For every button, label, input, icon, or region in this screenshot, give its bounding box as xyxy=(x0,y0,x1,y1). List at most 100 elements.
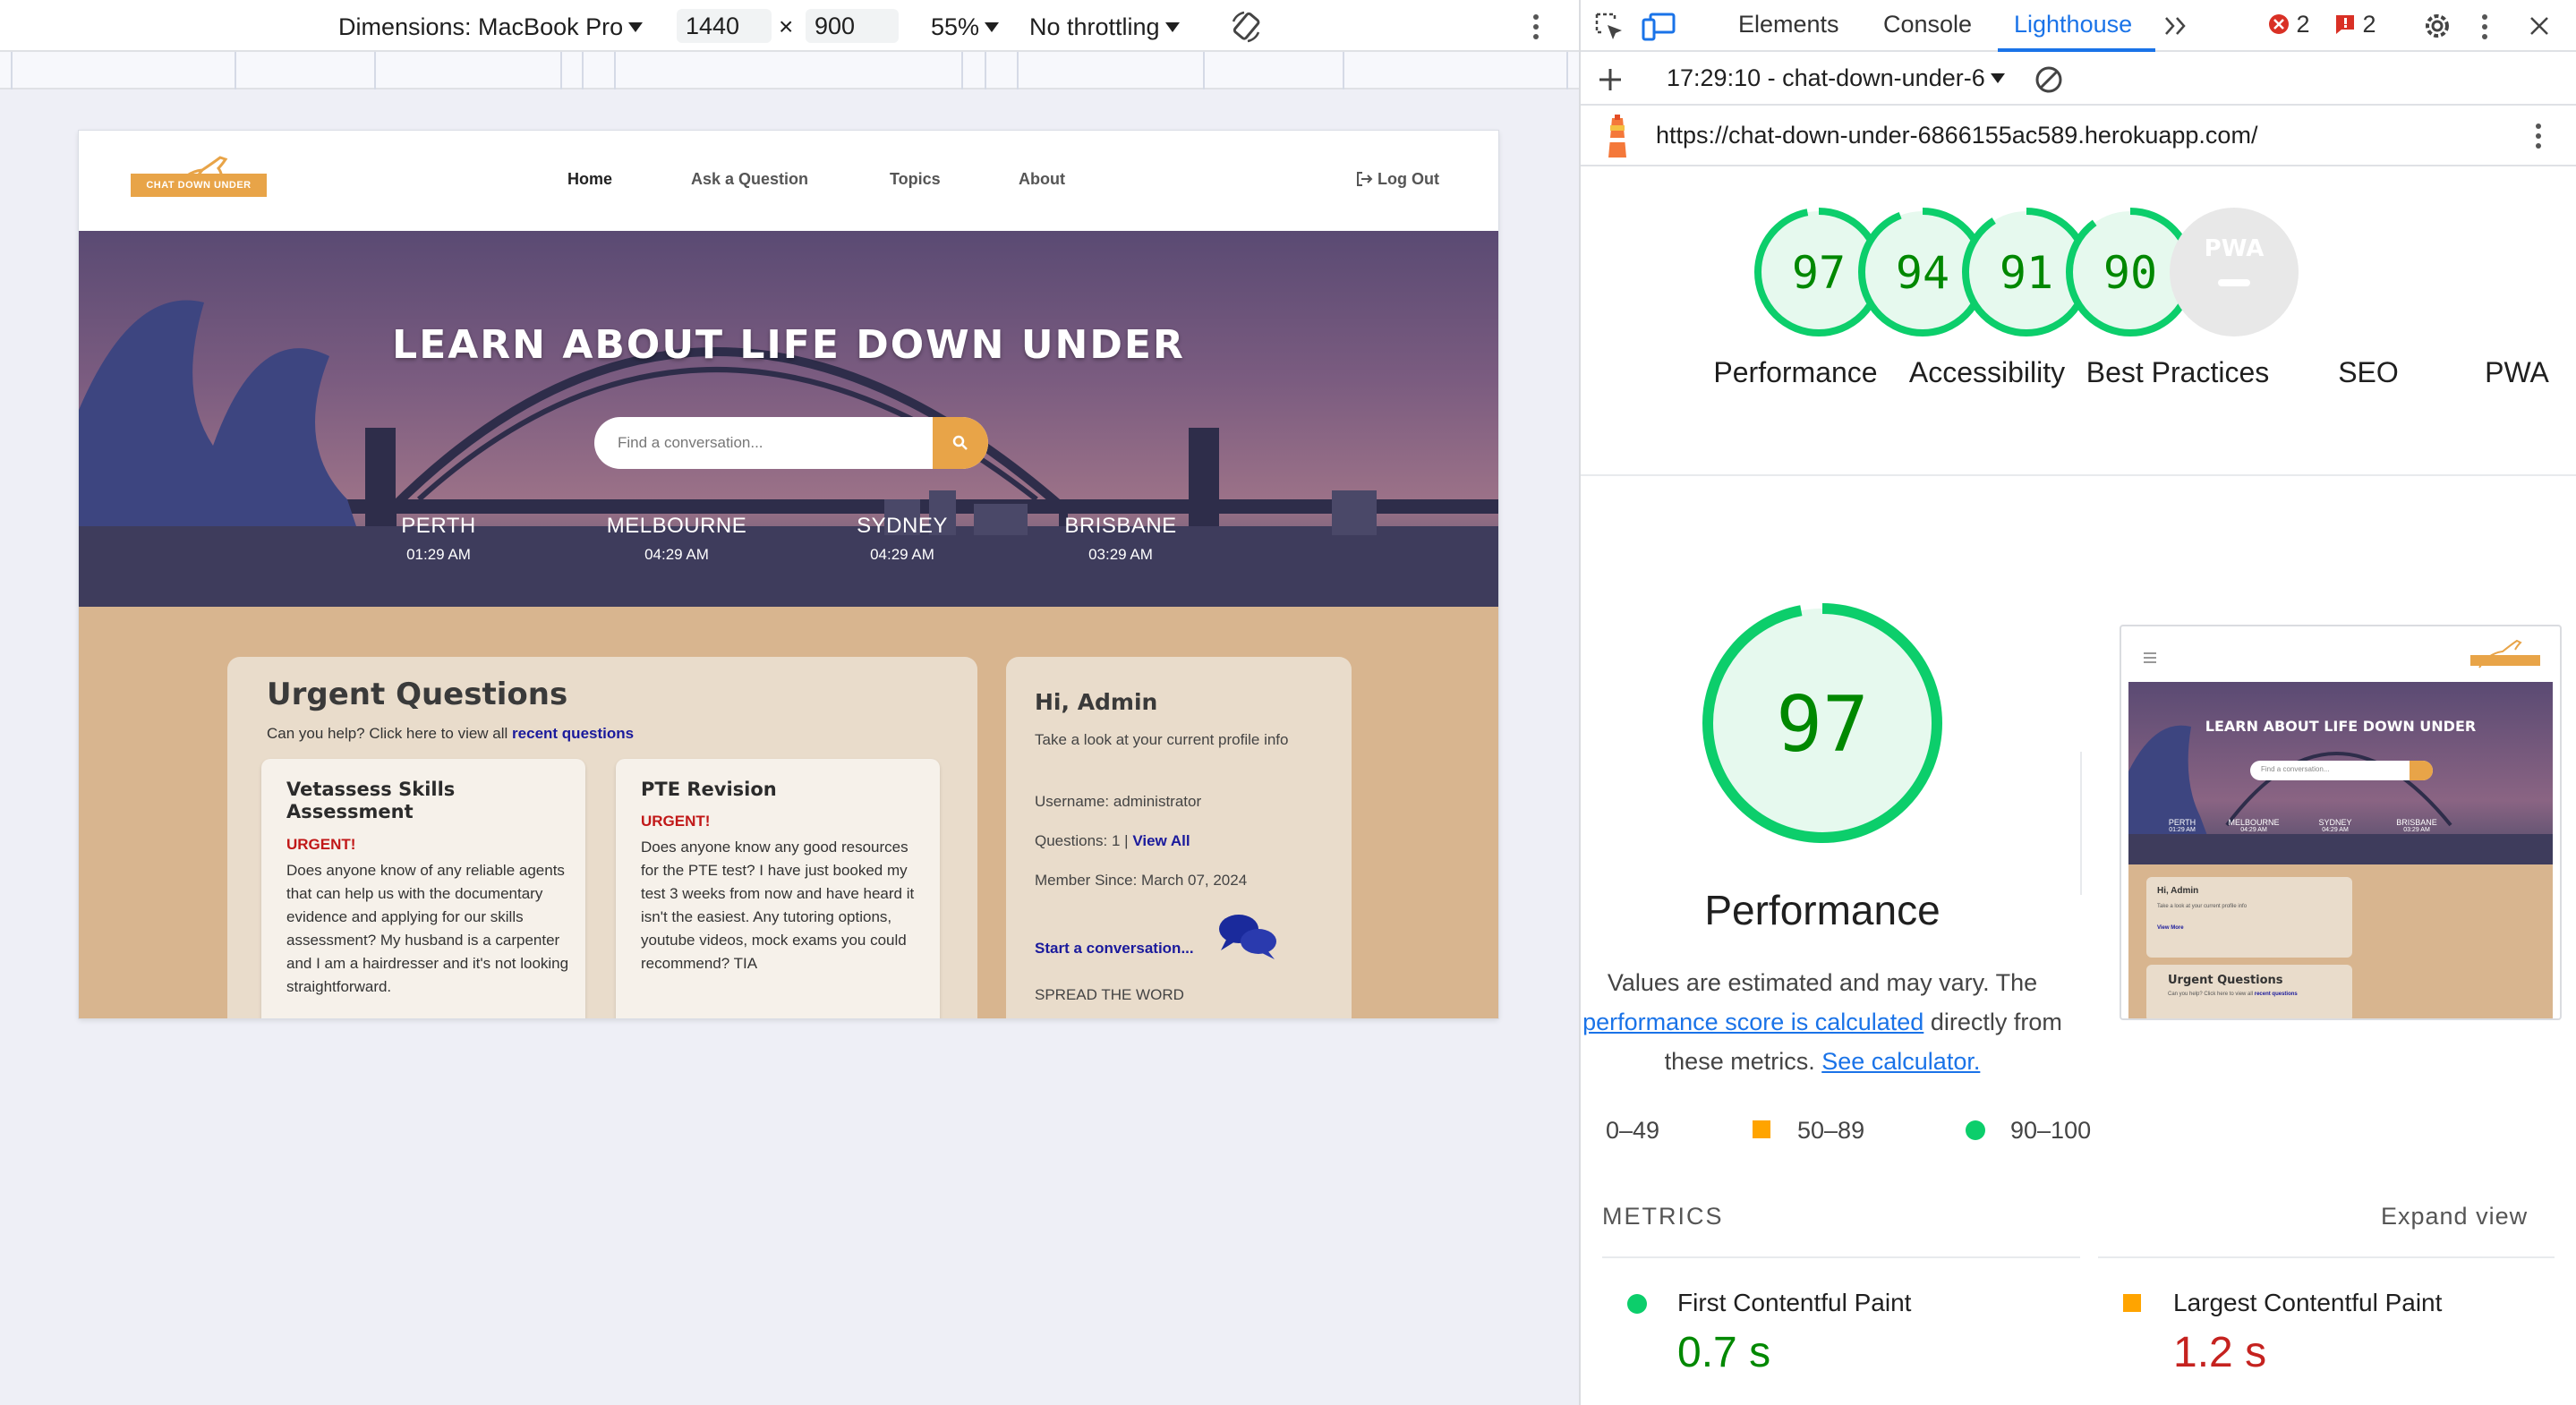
question-body: Does anyone know any good resources for … xyxy=(641,839,915,972)
chevron-down-icon xyxy=(1990,73,2005,83)
device-toggle-icon[interactable] xyxy=(1642,11,1677,43)
legend-pass: 90–100 xyxy=(2010,1117,2092,1144)
width-input[interactable]: 1440 xyxy=(677,9,772,43)
more-tabs-icon[interactable] xyxy=(2162,14,2189,38)
times-icon: × xyxy=(779,13,794,40)
search-input[interactable]: Find a conversation... xyxy=(618,434,763,452)
profile-intro: Take a look at your current profile info xyxy=(1035,731,1289,748)
nav-about[interactable]: About xyxy=(1019,170,1065,189)
url-bar: https://chat-down-under-6866155ac589.her… xyxy=(1581,106,2576,166)
question-title[interactable]: PTE Revision xyxy=(641,779,927,801)
city-clock: BRISBANE 03:29 AM xyxy=(1064,514,1177,563)
more-vertical-icon[interactable] xyxy=(1531,13,1541,41)
media-query-ruler[interactable] xyxy=(0,52,1579,89)
thumbnail-city: PERTH 01:29 AM xyxy=(2168,818,2196,833)
pwa-gauge[interactable]: PWA xyxy=(2170,208,2299,336)
profile-card: Hi, Admin Take a look at your current pr… xyxy=(1006,657,1352,1018)
height-input[interactable]: 900 xyxy=(806,9,899,43)
recent-questions-link[interactable]: recent questions xyxy=(512,725,634,742)
profile-member-since: Member Since: March 07, 2024 xyxy=(1035,872,1248,889)
metric-divider xyxy=(2098,1256,2555,1258)
expand-view-link[interactable]: Expand view xyxy=(2381,1203,2528,1230)
chevron-down-icon xyxy=(1164,22,1180,32)
view-all-link[interactable]: View All xyxy=(1132,832,1190,849)
device-toolbar: Dimensions: MacBook Pro 1440 × 900 55% N… xyxy=(0,0,1579,52)
urgent-title: Urgent Questions xyxy=(267,677,568,712)
thumbnail-logo xyxy=(2470,639,2540,668)
main-content: Urgent Questions Can you help? Click her… xyxy=(79,607,1498,1018)
gauge-label-seo[interactable]: SEO xyxy=(2270,353,2467,392)
tab-console[interactable]: Console xyxy=(1883,11,1972,38)
hero-title: LEARN ABOUT LIFE DOWN UNDER xyxy=(392,322,1185,368)
see-calculator-link[interactable]: See calculator. xyxy=(1821,1048,1980,1075)
site-logo[interactable]: CHAT DOWN UNDER xyxy=(131,154,267,209)
question-title[interactable]: Vetassess Skills Assessment xyxy=(286,779,573,823)
nav-topics[interactable]: Topics xyxy=(890,170,941,189)
rotate-icon[interactable] xyxy=(1228,9,1264,45)
chevron-down-icon xyxy=(985,22,1000,32)
clear-block-icon[interactable] xyxy=(2034,64,2064,95)
urgent-badge: URGENT! xyxy=(286,836,356,853)
thumbnail-city: MELBOURNE 04:29 AM xyxy=(2228,818,2280,833)
error-counter[interactable]: 2 xyxy=(2268,11,2310,38)
logout-link[interactable]: Log Out xyxy=(1357,170,1439,189)
throttling-select[interactable]: No throttling xyxy=(1029,11,1180,43)
hamburger-menu-icon xyxy=(2144,652,2156,663)
performance-gauge-value: 97 xyxy=(1792,247,1846,299)
issue-icon xyxy=(2336,15,2354,34)
best-practices-gauge-value: 91 xyxy=(2000,247,2053,299)
logo-text: CHAT DOWN UNDER xyxy=(131,174,267,197)
gauge-label-performance[interactable]: Performance xyxy=(1697,353,1894,392)
nav-ask-question[interactable]: Ask a Question xyxy=(691,170,808,189)
report-url[interactable]: https://chat-down-under-6866155ac589.her… xyxy=(1656,122,2257,149)
section-divider xyxy=(1581,474,2576,476)
spread-the-word: SPREAD THE WORD xyxy=(1035,986,1184,1003)
metric-lcp-label: Largest Contentful Paint xyxy=(2173,1289,2443,1316)
question-card[interactable]: PTE Revision URGENT! Does anyone know an… xyxy=(616,759,940,1018)
page-screenshot-thumbnail[interactable]: LEARN ABOUT LIFE DOWN UNDER Find a conve… xyxy=(2120,625,2562,1020)
legend-average-square xyxy=(1753,1120,1770,1138)
thumbnail-profile-card: Hi, Admin Take a look at your current pr… xyxy=(2146,877,2352,958)
inspect-element-icon[interactable] xyxy=(1593,11,1625,43)
question-body: Does anyone know of any reliable agents … xyxy=(286,862,569,995)
city-clock: SYDNEY 04:29 AM xyxy=(857,514,948,563)
lighthouse-logo-icon xyxy=(1608,115,1626,158)
device-select[interactable]: Dimensions: MacBook Pro xyxy=(338,11,644,43)
thumbnail-city: SYDNEY 04:29 AM xyxy=(2318,818,2352,833)
legend-average: 50–89 xyxy=(1797,1117,1865,1144)
logout-icon xyxy=(1357,172,1373,186)
issue-counter[interactable]: 2 xyxy=(2334,11,2376,38)
nav-home[interactable]: Home xyxy=(567,170,612,189)
metric-lcp-value: 1.2 s xyxy=(2173,1329,2267,1376)
more-vertical-icon[interactable] xyxy=(2479,13,2490,41)
performance-big-ring[interactable]: 97 xyxy=(1702,603,1942,843)
vertical-divider xyxy=(2080,752,2082,895)
start-conversation-link[interactable]: Start a conversation... xyxy=(1035,940,1194,958)
metric-fcp-value: 0.7 s xyxy=(1677,1329,1771,1376)
tab-elements[interactable]: Elements xyxy=(1738,11,1839,38)
performance-heading: Performance xyxy=(1704,887,1941,933)
more-vertical-icon[interactable] xyxy=(2533,122,2544,150)
thumbnail-city: BRISBANE 03:29 AM xyxy=(2396,818,2437,833)
site-header: CHAT DOWN UNDER Home Ask a Question Topi… xyxy=(79,131,1498,231)
report-select[interactable]: 17:29:10 - chat-down-under-6 xyxy=(1667,64,2005,92)
gauge-label-pwa[interactable]: PWA xyxy=(2462,353,2572,392)
search-button[interactable] xyxy=(933,417,988,469)
new-report-plus-icon[interactable] xyxy=(1597,66,1624,93)
question-card[interactable]: Vetassess Skills Assessment URGENT! Does… xyxy=(261,759,585,1018)
metric-divider xyxy=(1602,1256,2080,1258)
zoom-select[interactable]: 55% xyxy=(931,11,1000,43)
gauge-label-accessibility[interactable]: Accessibility xyxy=(1889,353,2086,392)
hero-search[interactable]: Find a conversation... xyxy=(594,417,988,469)
seo-gauge-value: 90 xyxy=(2103,247,2157,299)
score-calculated-link[interactable]: performance score is calculated xyxy=(1582,1009,1923,1035)
thumbnail-content: Hi, Admin Take a look at your current pr… xyxy=(2128,864,2553,1018)
devtools-tabbar: Elements Console Lighthouse 2 2 xyxy=(1581,0,2576,52)
thumbnail-search-placeholder: Find a conversation... xyxy=(2261,765,2330,773)
accessibility-gauge-value: 94 xyxy=(1896,247,1949,299)
chat-bubbles-icon xyxy=(1219,915,1276,959)
close-icon[interactable] xyxy=(2528,14,2551,38)
gauge-label-best-practices[interactable]: Best Practices xyxy=(2079,353,2276,392)
tab-lighthouse[interactable]: Lighthouse xyxy=(2014,11,2132,38)
settings-gear-icon[interactable] xyxy=(2422,11,2452,41)
